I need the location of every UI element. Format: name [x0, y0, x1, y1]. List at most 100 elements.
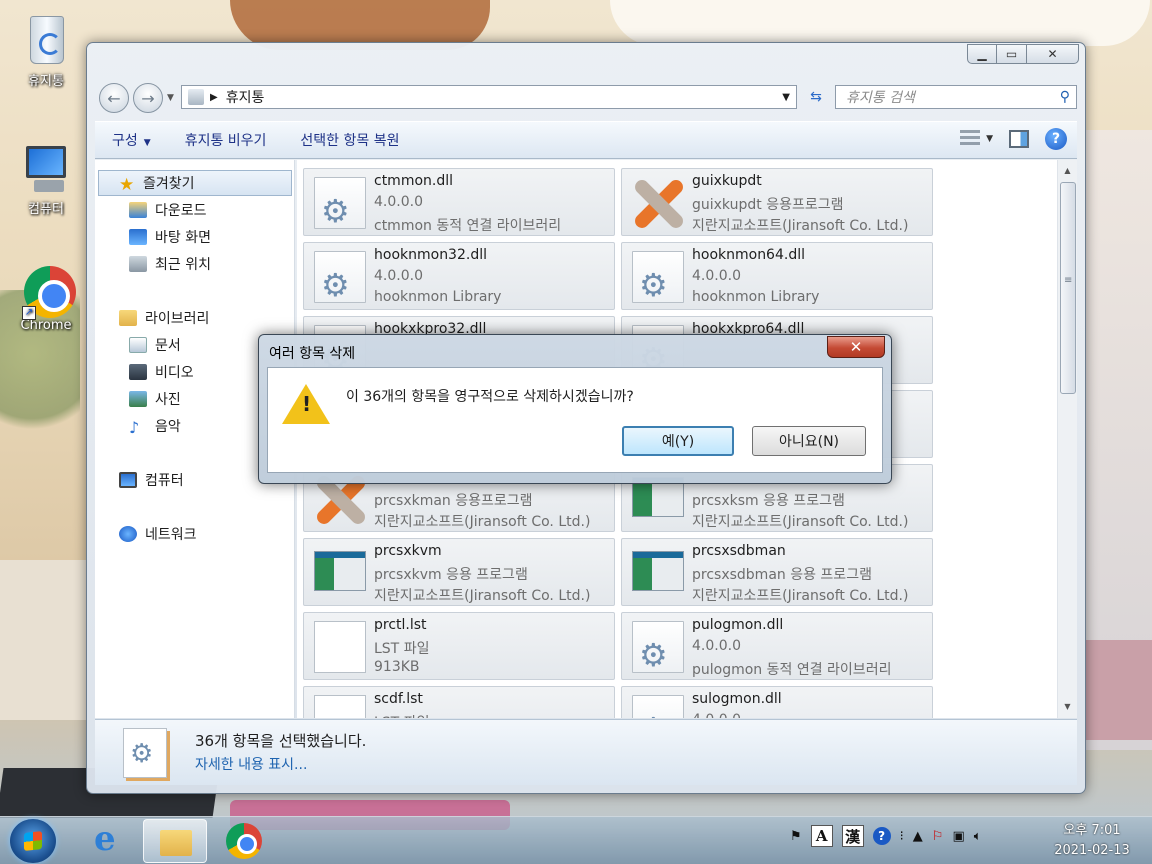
nav-item-videos[interactable]: 비디오 — [129, 359, 194, 385]
window-controls: ▁ ▭ ✕ — [967, 44, 1079, 64]
desktop-icon-recycle-bin[interactable]: 휴지통 — [6, 4, 86, 89]
start-button[interactable] — [10, 819, 56, 863]
desktop-icon-computer[interactable]: 컴퓨터 — [6, 146, 86, 217]
warning-icon: ! — [282, 384, 330, 424]
search-placeholder: 휴지통 검색 — [846, 90, 915, 106]
close-button[interactable]: ✕ — [1027, 44, 1079, 64]
nav-item-documents[interactable]: 문서 — [129, 332, 181, 358]
scroll-down-icon[interactable]: ▼ — [1060, 700, 1075, 714]
help-icon[interactable]: ? — [1045, 128, 1067, 150]
nav-label: 즐겨찾기 — [143, 176, 195, 192]
file-name: hooknmon32.dll — [374, 247, 487, 263]
breadcrumb-arrow-icon[interactable]: ▶ — [210, 92, 218, 103]
libraries-icon — [119, 310, 137, 326]
network-globe-icon — [119, 526, 137, 542]
ime-options-icon[interactable]: ⁝ — [900, 829, 904, 844]
file-detail: hooknmon Library — [374, 289, 502, 305]
show-details-link[interactable]: 자세한 내용 표시... — [195, 754, 307, 774]
window-app-icon — [314, 551, 366, 591]
nav-item-pictures[interactable]: 사진 — [129, 386, 181, 412]
file-item[interactable]: pulogmon.dll 4.0.0.0 pulogmon 동적 연결 라이브러리 — [621, 612, 933, 680]
clock-date: 2021-02-13 — [1054, 843, 1130, 858]
history-dropdown-icon[interactable]: ▼ — [167, 93, 174, 103]
minimize-button[interactable]: ▁ — [967, 44, 997, 64]
file-item[interactable]: prcsxsdbman prcsxsdbman 응용 프로그램 지란지교소프트(Ji… — [621, 538, 933, 606]
nav-label: 사진 — [155, 392, 181, 408]
nav-label: 음악 — [155, 419, 181, 435]
language-bar-icon[interactable]: ⚑ — [790, 829, 802, 844]
nav-label: 컴퓨터 — [145, 473, 184, 489]
maximize-button[interactable]: ▭ — [997, 44, 1027, 64]
dll-icon — [632, 251, 684, 304]
empty-recycle-bin-button[interactable]: 휴지통 비우기 — [168, 130, 284, 150]
star-icon: ★ — [119, 175, 135, 195]
file-item[interactable]: hooknmon32.dll 4.0.0.0 hooknmon Library — [303, 242, 615, 310]
recent-places-icon — [129, 256, 147, 272]
wallpaper-chair — [1086, 640, 1152, 740]
file-item[interactable]: ctmmon.dll 4.0.0.0 ctmmon 동적 연결 라이브러리 — [303, 168, 615, 236]
file-item[interactable]: prctl.lst LST 파일 913KB — [303, 612, 615, 680]
file-item[interactable]: sulogmon.dll 4.0.0.0 — [621, 686, 933, 718]
desktop-icon-chrome[interactable]: ↗ Chrome — [6, 266, 86, 333]
window-app-icon — [632, 551, 684, 591]
clock[interactable]: 오후 7:01 2021-02-13 — [1040, 821, 1144, 861]
scrollbar-thumb[interactable] — [1060, 182, 1076, 394]
ime-hanja-icon[interactable]: 漢 — [841, 825, 864, 847]
toolbar-right: ▼ ? — [960, 128, 1067, 150]
taskbar-chrome[interactable] — [212, 819, 276, 863]
back-button[interactable]: ← — [99, 83, 129, 113]
chrome-icon: ↗ — [22, 266, 76, 320]
system-tray: ⚑ A 漢 ? ⁝ ▲ ⚐ ▣ 🔈︎ — [790, 825, 982, 847]
action-center-flag-icon[interactable]: ⚐ — [932, 829, 944, 844]
taskbar-internet-explorer[interactable] — [76, 819, 140, 863]
forward-button[interactable]: → — [133, 83, 163, 113]
preview-pane-icon[interactable] — [1009, 130, 1029, 148]
show-hidden-icons-icon[interactable]: ▲ — [913, 829, 923, 844]
nav-item-downloads[interactable]: 다운로드 — [129, 197, 207, 223]
videos-icon — [129, 364, 147, 380]
file-detail: 913KB — [374, 659, 420, 675]
dialog-close-button[interactable]: ✕ — [827, 336, 885, 358]
ime-mode-icon[interactable]: A — [810, 825, 833, 847]
nav-item-libraries[interactable]: 라이브러리 — [119, 305, 209, 331]
file-detail: prcsxkvm 응용 프로그램 — [374, 567, 528, 583]
file-item[interactable]: prcsxkvm prcsxkvm 응용 프로그램 지란지교소프트(Jiransof… — [303, 538, 615, 606]
delete-confirm-dialog: 여러 항목 삭제 ✕ ! 이 36개의 항목을 영구적으로 삭제하시겠습니까? … — [258, 334, 892, 484]
nav-item-computer[interactable]: 컴퓨터 — [119, 467, 184, 493]
ime-help-icon[interactable]: ? — [872, 827, 891, 845]
breadcrumb-current[interactable]: 휴지통 — [226, 87, 265, 107]
file-detail: 4.0.0.0 — [374, 268, 423, 284]
nav-item-network[interactable]: 네트워크 — [119, 521, 197, 547]
nav-item-desktop[interactable]: 바탕 화면 — [129, 224, 211, 250]
file-item[interactable]: scdf.lst LST 파일 — [303, 686, 615, 718]
close-icon: ✕ — [849, 338, 863, 356]
restore-selected-button[interactable]: 선택한 항목 복원 — [283, 130, 416, 150]
volume-icon[interactable]: 🔈︎ — [974, 829, 982, 844]
search-icon[interactable]: ⚲ — [1060, 89, 1070, 105]
yes-button[interactable]: 예(Y) — [622, 426, 734, 456]
nav-item-favorites[interactable]: ★ 즐겨찾기 — [98, 170, 292, 196]
organize-button[interactable]: 구성 ▼ — [95, 130, 168, 150]
scroll-up-icon[interactable]: ▲ — [1060, 164, 1075, 178]
address-dropdown-icon[interactable]: ▼ — [782, 92, 790, 103]
file-item[interactable]: guixkupdt guixkupdt 응용프로그램 지란지교소프트(Jiranso… — [621, 168, 933, 236]
file-detail: 4.0.0.0 — [692, 268, 741, 284]
no-button[interactable]: 아니요(N) — [752, 426, 866, 456]
change-view-icon[interactable] — [960, 130, 981, 148]
nav-label: 문서 — [155, 338, 181, 354]
search-input[interactable]: 휴지통 검색 ⚲ — [835, 85, 1077, 109]
nav-item-recent[interactable]: 최근 위치 — [129, 251, 211, 277]
nav-item-music[interactable]: ♪ 음악 — [129, 413, 181, 439]
view-dropdown-icon[interactable]: ▼ — [986, 134, 993, 144]
taskbar-explorer[interactable] — [143, 819, 207, 863]
address-bar[interactable]: ▶ 휴지통 ▼ — [181, 85, 797, 109]
refresh-button[interactable]: ⇆ — [801, 85, 831, 109]
back-arrow-icon: ← — [107, 88, 121, 108]
file-item[interactable]: hooknmon64.dll 4.0.0.0 hooknmon Library — [621, 242, 933, 310]
selection-summary: 36개 항목을 선택했습니다. — [195, 732, 367, 750]
lst-file-icon — [314, 695, 366, 718]
x-app-icon — [632, 177, 684, 229]
file-name: prcsxsdbman — [692, 543, 786, 559]
vertical-scrollbar[interactable]: ▲ ▼ — [1057, 160, 1077, 718]
network-icon[interactable]: ▣ — [952, 829, 964, 844]
